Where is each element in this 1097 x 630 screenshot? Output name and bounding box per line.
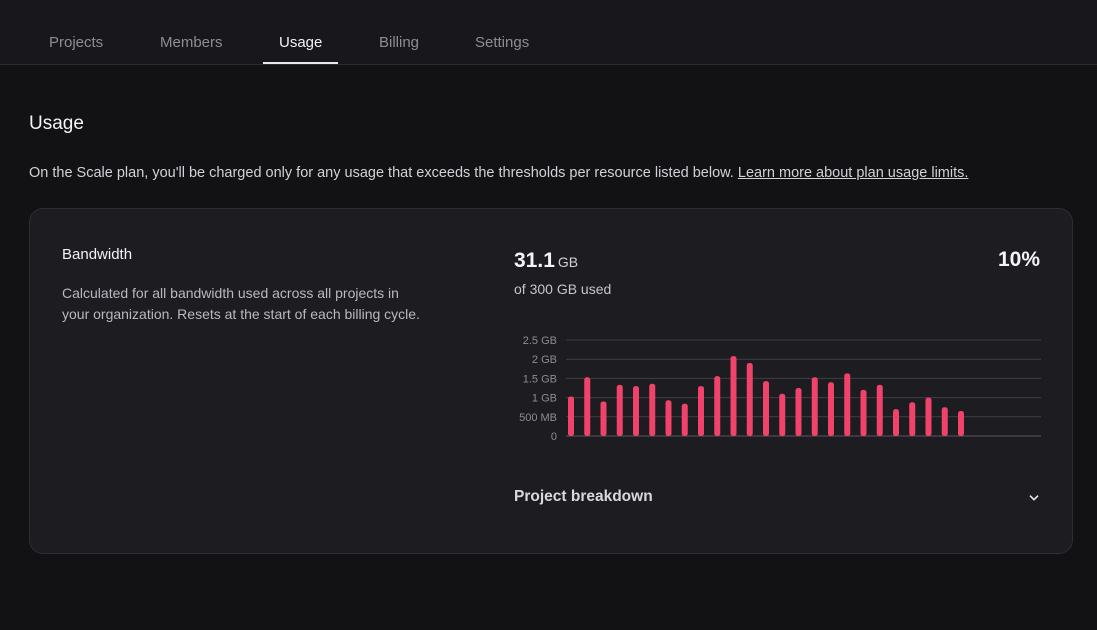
bandwidth-used-value: 31.1 GB [514,249,578,273]
bandwidth-bar[interactable] [941,407,948,436]
bandwidth-bar[interactable] [568,396,574,436]
bandwidth-bar[interactable] [909,402,916,436]
bandwidth-bar[interactable] [811,377,818,436]
bandwidth-bar[interactable] [665,400,672,436]
bandwidth-bar[interactable] [681,403,688,436]
y-tick-label: 0 [551,431,557,443]
tab-billing[interactable]: Billing [379,34,419,51]
tab-projects[interactable]: Projects [49,34,103,51]
bandwidth-bar[interactable] [958,411,964,436]
bandwidth-bar[interactable] [584,377,591,436]
bandwidth-bar[interactable] [616,384,623,436]
bandwidth-bar[interactable] [925,397,932,436]
bandwidth-bar[interactable] [730,356,737,436]
y-tick-label: 1 GB [532,393,557,405]
bandwidth-bar[interactable] [893,409,899,436]
plan-usage-limits-link[interactable]: Learn more about plan usage limits. [738,165,969,181]
page-title: Usage [29,113,84,134]
bandwidth-bar[interactable] [633,386,639,436]
tab-settings[interactable]: Settings [475,34,529,51]
bandwidth-bar[interactable] [844,373,851,436]
tab-members[interactable]: Members [160,34,223,51]
bandwidth-chart: 0 500 MB 1 GB 1.5 GB 2 GB 2.5 GB [519,335,1041,443]
y-tick-label: 2.5 GB [523,335,557,347]
bandwidth-bar[interactable] [714,376,721,436]
bandwidth-bar[interactable] [828,382,834,436]
y-tick-label: 500 MB [519,412,557,424]
bandwidth-card: Bandwidth Calculated for all bandwidth u… [29,208,1073,554]
bandwidth-description: Calculated for all bandwidth used across… [62,285,420,322]
top-navigation: Projects Members Usage Billing Settings [0,0,1097,65]
plan-intro-text: On the Scale plan, you'll be charged onl… [29,165,734,181]
bandwidth-bar[interactable] [763,381,769,436]
active-tab-indicator [263,62,338,64]
y-tick-label: 1.5 GB [523,373,557,385]
project-breakdown-label: Project breakdown [514,488,653,505]
y-tick-label: 2 GB [532,354,557,366]
bandwidth-percent: 10% [997,248,1040,271]
bandwidth-bar[interactable] [795,388,802,436]
plan-intro: On the Scale plan, you'll be charged onl… [29,165,968,181]
tab-usage[interactable]: Usage [279,34,322,51]
bandwidth-limit-text: of 300 GB used [514,281,612,297]
bandwidth-bar[interactable] [746,363,753,436]
bandwidth-used-number: 31.1 [514,249,555,272]
bandwidth-used-unit: GB [557,254,579,270]
bandwidth-bar[interactable] [649,383,656,436]
chevron-down-icon [1029,495,1039,501]
bandwidth-bar[interactable] [779,393,786,436]
project-breakdown-toggle[interactable]: Project breakdown [514,486,1042,510]
bandwidth-title: Bandwidth [62,246,133,263]
bandwidth-bar[interactable] [876,384,883,436]
bandwidth-bar[interactable] [698,386,704,436]
bandwidth-bar[interactable] [600,401,607,436]
bandwidth-bar[interactable] [860,389,867,436]
